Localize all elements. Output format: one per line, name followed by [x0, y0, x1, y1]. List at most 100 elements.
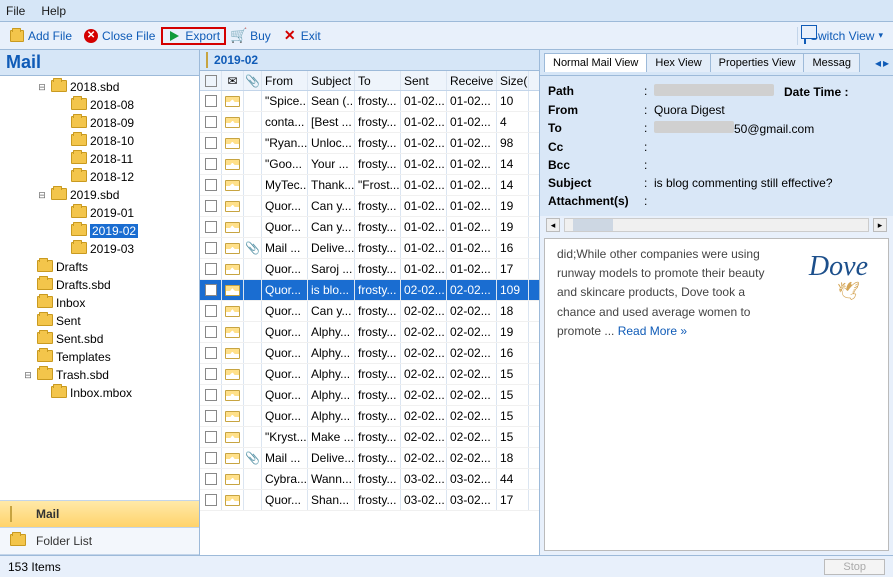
message-row[interactable]: conta...[Best ...frosty...01-02...01-02.… — [200, 112, 539, 133]
message-row[interactable]: 📎Mail ...Delive...frosty...02-02...02-02… — [200, 448, 539, 469]
toolbar: Add File ✕ Close File Export 🛒 Buy ✕ Exi… — [0, 22, 893, 50]
tree-item[interactable]: Drafts.sbd — [0, 276, 199, 294]
message-list[interactable]: "Spice...Sean (...frosty...01-02...01-02… — [200, 91, 539, 555]
col-to[interactable]: To — [355, 71, 401, 90]
scrollbar[interactable] — [564, 218, 869, 232]
tab-scroll-left-icon[interactable]: ◂ — [875, 56, 881, 70]
message-row[interactable]: MyTec...Thank..."Frost...01-02...01-02..… — [200, 175, 539, 196]
tree-item[interactable]: Inbox.mbox — [0, 384, 199, 402]
tab-scroll-right-icon[interactable]: ▸ — [883, 56, 889, 70]
close-file-button[interactable]: ✕ Close File — [78, 27, 161, 45]
col-size[interactable]: Size( — [497, 71, 529, 90]
menu-help[interactable]: Help — [41, 4, 66, 18]
cart-icon: 🛒 — [232, 29, 246, 43]
folder-icon — [10, 534, 28, 548]
col-from[interactable]: From — [262, 71, 308, 90]
tree-item[interactable]: Templates — [0, 348, 199, 366]
tree-item[interactable]: Sent — [0, 312, 199, 330]
col-receive[interactable]: Receive — [447, 71, 497, 90]
tree-item[interactable]: 2019-02 — [0, 222, 199, 240]
tree-item[interactable]: ⊟2018.sbd — [0, 78, 199, 96]
tree-item[interactable]: 2019-03 — [0, 240, 199, 258]
preview-hscroll: ◂ ▸ — [540, 216, 893, 234]
attachment-icon — [244, 364, 262, 384]
status-bar: 153 Items Stop — [0, 555, 893, 577]
message-row[interactable]: Quor...Shan...frosty...03-02...03-02...1… — [200, 490, 539, 511]
preview-tabs: Normal Mail View Hex View Properties Vie… — [540, 50, 893, 76]
export-button[interactable]: Export — [161, 27, 226, 45]
message-row[interactable]: Quor...Alphy...frosty...02-02...02-02...… — [200, 406, 539, 427]
tree-item[interactable]: 2018-11 — [0, 150, 199, 168]
scroll-left-icon[interactable]: ◂ — [546, 218, 560, 232]
tree-item[interactable]: ⊟2019.sbd — [0, 186, 199, 204]
scroll-right-icon[interactable]: ▸ — [873, 218, 887, 232]
folder-icon — [71, 134, 87, 148]
envelope-icon — [222, 280, 244, 300]
envelope-icon — [222, 448, 244, 468]
message-row[interactable]: Quor...Alphy...frosty...02-02...02-02...… — [200, 322, 539, 343]
hdr-to-value: 50@gmail.com — [654, 121, 885, 136]
chevron-down-icon: ▾ — [878, 30, 883, 41]
read-more-link[interactable]: Read More » — [618, 324, 687, 338]
nav-folder-list-button[interactable]: Folder List — [0, 528, 199, 555]
folder-open-icon — [10, 29, 24, 43]
col-attachment-icon[interactable]: 📎 — [244, 71, 262, 90]
message-row[interactable]: Quor...is blo...frosty...02-02...02-02..… — [200, 280, 539, 301]
message-row[interactable]: Quor...Can y...frosty...02-02...02-02...… — [200, 301, 539, 322]
message-row[interactable]: Quor...Alphy...frosty...02-02...02-02...… — [200, 343, 539, 364]
col-envelope-icon[interactable]: ✉ — [222, 71, 244, 90]
tree-item[interactable]: Drafts — [0, 258, 199, 276]
nav-mail-label: Mail — [36, 507, 59, 521]
tree-item[interactable]: 2018-08 — [0, 96, 199, 114]
tree-item[interactable]: 2019-01 — [0, 204, 199, 222]
message-row[interactable]: Quor...Saroj ...frosty...01-02...01-02..… — [200, 259, 539, 280]
col-sent[interactable]: Sent — [401, 71, 447, 90]
tree-item[interactable]: Inbox — [0, 294, 199, 312]
attachment-icon — [244, 301, 262, 321]
attachment-icon: 📎 — [244, 448, 262, 468]
add-file-label: Add File — [28, 29, 72, 43]
tree-item[interactable]: 2018-10 — [0, 132, 199, 150]
mail-body[interactable]: Dove 🕊 did;While other companies were us… — [544, 238, 889, 551]
tab-hex-view[interactable]: Hex View — [646, 53, 710, 72]
folder-icon — [37, 368, 53, 382]
tree-item-label: Drafts — [56, 260, 88, 274]
tree-item-label: 2018-12 — [90, 170, 134, 184]
message-row[interactable]: "Spice...Sean (...frosty...01-02...01-02… — [200, 91, 539, 112]
message-row[interactable]: "Kryst...Make ...frosty...02-02...02-02.… — [200, 427, 539, 448]
play-icon — [167, 29, 181, 43]
stop-button[interactable]: Stop — [824, 559, 885, 575]
message-row[interactable]: Quor...Can y...frosty...01-02...01-02...… — [200, 217, 539, 238]
add-file-button[interactable]: Add File — [4, 27, 78, 45]
tree-item[interactable]: 2018-09 — [0, 114, 199, 132]
message-row[interactable]: 📎Mail ...Delive...frosty...01-02...01-02… — [200, 238, 539, 259]
col-subject[interactable]: Subject — [308, 71, 355, 90]
nav-mail-button[interactable]: Mail — [0, 501, 199, 528]
message-row[interactable]: "Ryan...Unloc...frosty...01-02...01-02..… — [200, 133, 539, 154]
folder-icon — [71, 224, 87, 238]
buy-button[interactable]: 🛒 Buy — [226, 27, 277, 45]
menu-file[interactable]: File — [6, 4, 25, 18]
tree-item-label: Inbox.mbox — [70, 386, 132, 400]
message-row[interactable]: Quor...Can y...frosty...01-02...01-02...… — [200, 196, 539, 217]
col-checkbox[interactable] — [200, 71, 222, 90]
tab-properties-view[interactable]: Properties View — [710, 53, 805, 72]
hdr-path-value: Date Time : — [654, 84, 885, 99]
tree-item-label: Sent — [56, 314, 81, 328]
folder-icon — [71, 170, 87, 184]
tree-item[interactable]: 2018-12 — [0, 168, 199, 186]
switch-view-button[interactable]: Switch View ▾ — [797, 27, 889, 45]
status-count: 153 Items — [8, 560, 61, 574]
tab-normal-view[interactable]: Normal Mail View — [544, 53, 647, 72]
tree-item-label: 2018-09 — [90, 116, 134, 130]
message-row[interactable]: "Goo...Your ...frosty...01-02...01-02...… — [200, 154, 539, 175]
message-row[interactable]: Quor...Alphy...frosty...02-02...02-02...… — [200, 385, 539, 406]
tree-item[interactable]: ⊟Trash.sbd — [0, 366, 199, 384]
tab-message-header[interactable]: Messag — [803, 53, 860, 72]
folder-tree[interactable]: ⊟2018.sbd2018-08 2018-09 2018-102018-11 201… — [0, 76, 199, 500]
message-row[interactable]: Cybra...Wann...frosty...03-02...03-02...… — [200, 469, 539, 490]
exit-button[interactable]: ✕ Exit — [277, 27, 327, 45]
tree-item[interactable]: Sent.sbd — [0, 330, 199, 348]
envelope-icon — [222, 196, 244, 216]
message-row[interactable]: Quor...Alphy...frosty...02-02...02-02...… — [200, 364, 539, 385]
